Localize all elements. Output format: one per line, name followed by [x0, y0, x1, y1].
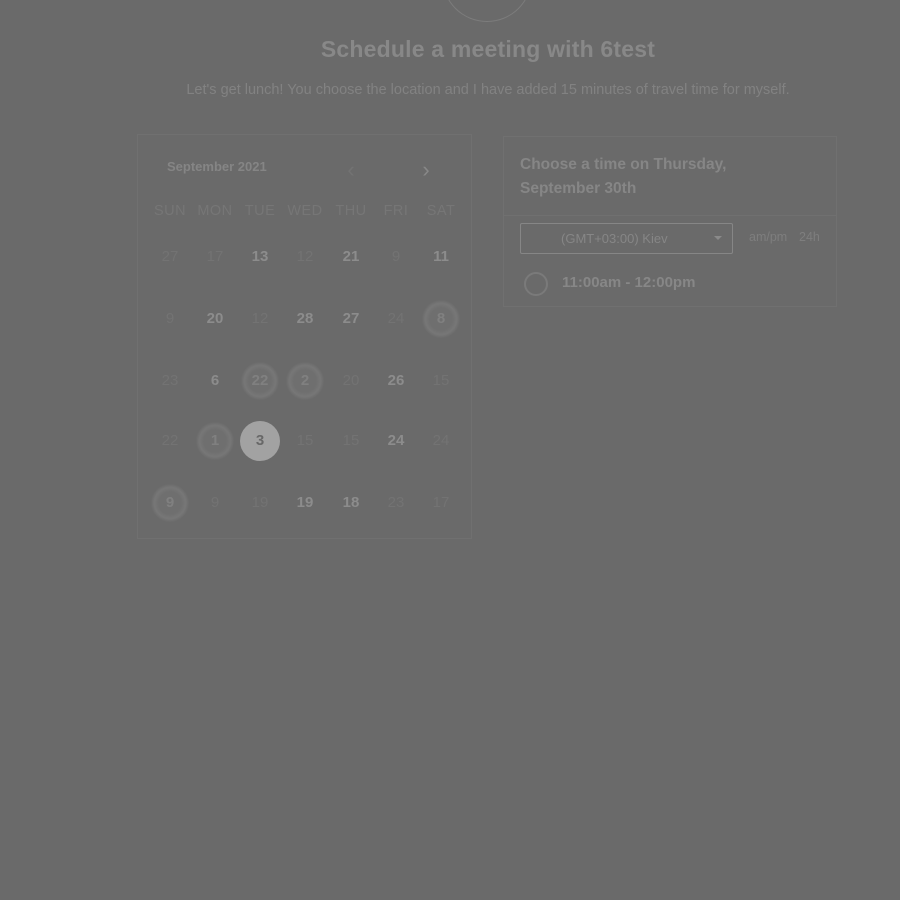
format-24h-toggle[interactable]: 24h	[799, 230, 820, 244]
format-ampm-toggle[interactable]: am/pm	[749, 230, 787, 244]
weekday-label: WED	[287, 203, 323, 219]
calendar-day: 12	[251, 310, 269, 327]
calendar-day: 27	[161, 248, 179, 265]
calendar-day[interactable]: 8	[421, 299, 461, 339]
calendar-panel: September 2021 ‹ › SUN MON TUE WED THU FRI SAT…	[137, 134, 472, 539]
calendar-day: 19	[251, 494, 269, 511]
calendar-day: 24	[387, 310, 405, 327]
weekday-label: MON	[197, 203, 233, 219]
calendar-day: 17	[432, 494, 450, 511]
calendar-day[interactable]: 11	[421, 237, 461, 277]
calendar-day: 23	[387, 494, 405, 511]
calendar-day[interactable]: 28	[285, 299, 325, 339]
calendar-day[interactable]: 22	[240, 361, 280, 401]
page-title: Schedule a meeting with 6test	[320, 36, 656, 62]
chevron-left-icon[interactable]: ‹	[341, 159, 361, 181]
calendar-day[interactable]: 19	[285, 483, 325, 523]
weekday-label: SAT	[426, 203, 456, 219]
time-slot-label[interactable]: 11:00am - 12:00pm	[562, 274, 695, 291]
calendar-day[interactable]: 26	[376, 361, 416, 401]
calendar-day[interactable]: 9	[150, 483, 190, 523]
host-avatar	[442, 0, 532, 22]
calendar-day[interactable]: 2	[285, 361, 325, 401]
calendar-month-label: September 2021	[167, 159, 267, 174]
calendar-day: 15	[296, 432, 314, 449]
weekday-label: TUE	[244, 203, 276, 219]
calendar-day: 17	[206, 248, 224, 265]
calendar-day: 15	[342, 432, 360, 449]
calendar-day: 22	[161, 432, 179, 449]
calendar-day: 9	[391, 248, 401, 265]
calendar-day[interactable]: 21	[331, 237, 371, 277]
calendar-day[interactable]: 27	[331, 299, 371, 339]
calendar-day[interactable]: 20	[195, 299, 235, 339]
page-description: Let's get lunch! You choose the location…	[186, 82, 790, 98]
time-panel-heading: Choose a time on Thursday, September 30t…	[520, 156, 727, 197]
calendar-day: 24	[432, 432, 450, 449]
calendar-day: 23	[161, 372, 179, 389]
divider	[504, 215, 836, 216]
weekday-label: THU	[335, 203, 367, 219]
timezone-select[interactable]: (GMT+03:00) Kiev	[520, 223, 733, 254]
calendar-day[interactable]: 1	[195, 421, 235, 461]
time-selection-panel: Choose a time on Thursday, September 30t…	[503, 136, 837, 307]
calendar-day[interactable]: 18	[331, 483, 371, 523]
calendar-day: 20	[342, 372, 360, 389]
timezone-value: (GMT+03:00) Kiev	[561, 231, 668, 246]
weekday-label: FRI	[383, 203, 409, 219]
chevron-right-icon[interactable]: ›	[416, 159, 436, 181]
calendar-day[interactable]: 6	[195, 361, 235, 401]
calendar-day: 9	[165, 310, 175, 327]
calendar-day[interactable]: 13	[240, 237, 280, 277]
calendar-day: 9	[210, 494, 220, 511]
calendar-day-selected[interactable]: 3	[240, 421, 280, 461]
calendar-day: 12	[296, 248, 314, 265]
weekday-label: SUN	[153, 203, 187, 219]
calendar-day[interactable]: 24	[376, 421, 416, 461]
caret-down-icon	[714, 236, 722, 240]
time-slot-radio[interactable]	[524, 272, 548, 296]
calendar-day: 15	[432, 372, 450, 389]
